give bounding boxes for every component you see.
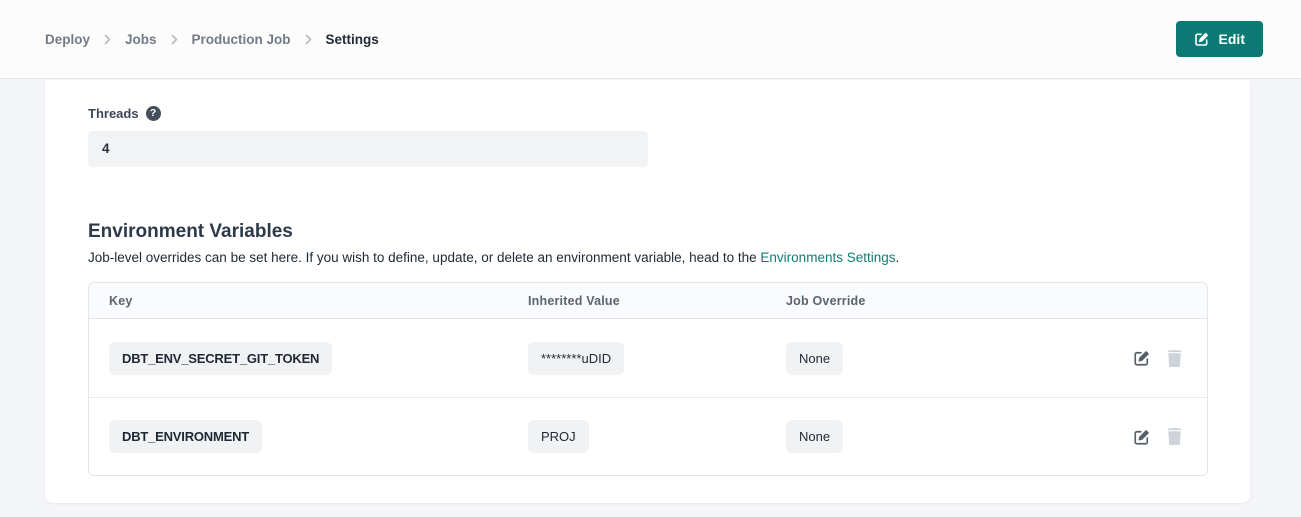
description-text: Job-level overrides can be set here. If … — [88, 250, 760, 265]
description-period: . — [896, 250, 900, 265]
row-delete-button[interactable] — [1166, 350, 1183, 367]
chevron-right-icon — [305, 34, 312, 45]
column-header-job-override: Job Override — [786, 294, 1077, 308]
edit-pencil-icon — [1133, 428, 1151, 446]
question-circle-icon[interactable]: ? — [146, 106, 161, 121]
breadcrumb: Deploy Jobs Production Job Settings — [45, 32, 379, 47]
inherited-value-chip: ********uDID — [528, 342, 624, 375]
edit-pencil-icon — [1133, 349, 1151, 367]
env-var-key-chip: DBT_ENVIRONMENT — [109, 420, 262, 453]
table-header-row: Key Inherited Value Job Override — [89, 283, 1207, 319]
inherited-value-chip: PROJ — [528, 420, 589, 453]
row-delete-button[interactable] — [1166, 428, 1183, 445]
environment-variables-title: Environment Variables — [88, 221, 1250, 243]
environments-settings-link[interactable]: Environments Settings — [760, 250, 895, 265]
table-row: DBT_ENV_SECRET_GIT_TOKEN ********uDID No… — [89, 319, 1207, 397]
env-vars-table: Key Inherited Value Job Override DBT_ENV… — [88, 282, 1208, 476]
chevron-right-icon — [171, 34, 178, 45]
job-override-chip: None — [786, 420, 843, 453]
breadcrumb-item-settings: Settings — [326, 32, 379, 47]
trash-icon — [1166, 350, 1183, 367]
threads-label: Threads — [88, 106, 139, 121]
row-edit-button[interactable] — [1133, 428, 1151, 446]
breadcrumb-item-jobs[interactable]: Jobs — [125, 32, 157, 47]
edit-button-label: Edit — [1219, 31, 1245, 47]
env-var-key-chip: DBT_ENV_SECRET_GIT_TOKEN — [109, 342, 332, 375]
breadcrumb-item-deploy[interactable]: Deploy — [45, 32, 90, 47]
breadcrumb-item-production-job[interactable]: Production Job — [192, 32, 291, 47]
job-override-chip: None — [786, 342, 843, 375]
threads-field: 4 — [88, 131, 648, 167]
column-header-key: Key — [109, 294, 528, 308]
edit-pencil-icon — [1194, 31, 1210, 47]
table-row: DBT_ENVIRONMENT PROJ None — [89, 397, 1207, 475]
edit-button[interactable]: Edit — [1176, 21, 1263, 57]
row-edit-button[interactable] — [1133, 349, 1151, 367]
top-header-bar: Deploy Jobs Production Job Settings Edit — [0, 0, 1301, 79]
column-header-inherited-value: Inherited Value — [528, 294, 786, 308]
chevron-right-icon — [104, 34, 111, 45]
settings-panel: Threads ? 4 Environment Variables Job-le… — [45, 80, 1250, 503]
environment-variables-description: Job-level overrides can be set here. If … — [88, 250, 1250, 265]
trash-icon — [1166, 428, 1183, 445]
